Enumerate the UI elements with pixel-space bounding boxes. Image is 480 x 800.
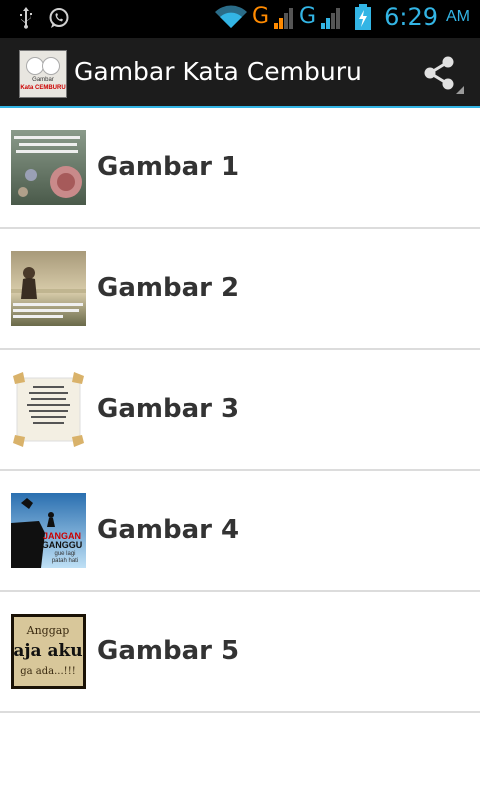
thumbnail-image <box>11 130 86 205</box>
list-item[interactable]: JANGAN GANGGU gue lagi patah hati Gambar… <box>0 471 480 592</box>
network-type-1: G <box>251 4 270 29</box>
svg-text:GANGGU: GANGGU <box>42 540 83 550</box>
action-bar: Gambar Kata CEMBURU Gambar Kata Cemburu <box>0 38 480 108</box>
list-item[interactable]: Anggap aja aku ga ada...!!! Gambar 5 <box>0 592 480 713</box>
system-icons: G G 6:29 AM <box>214 3 470 31</box>
signal-bars-icon <box>274 8 294 29</box>
share-icon <box>424 56 464 94</box>
svg-text:aja aku: aja aku <box>13 641 82 661</box>
list-item[interactable]: Gambar 3 <box>0 350 480 471</box>
notification-icons <box>18 7 70 29</box>
list-item-label: Gambar 4 <box>97 515 240 545</box>
battery-charging-icon <box>355 4 372 30</box>
app-icon[interactable]: Gambar Kata CEMBURU <box>19 50 67 98</box>
network-type-2: G <box>299 4 317 29</box>
usb-icon <box>20 7 32 29</box>
puppy-graphic <box>42 57 60 75</box>
wifi-icon <box>214 5 247 28</box>
app-icon-caption: Gambar <box>32 77 54 83</box>
clock-ampm: AM <box>446 8 470 25</box>
clock: 6:29 <box>384 3 438 31</box>
svg-text:patah hati: patah hati <box>52 558 78 564</box>
whatsapp-icon <box>49 8 69 28</box>
status-bar: G G 6:29 AM <box>0 0 480 38</box>
svg-text:gue lagi: gue lagi <box>54 551 75 557</box>
signal-bars-icon-2 <box>321 8 341 29</box>
app-icon-caption-sub: Kata CEMBURU <box>20 85 66 91</box>
thumbnail-image <box>11 372 86 447</box>
app-title: Gambar Kata Cemburu <box>74 57 362 86</box>
thumbnail-image: JANGAN GANGGU gue lagi patah hati <box>11 493 86 568</box>
list-item-label: Gambar 5 <box>97 636 240 666</box>
svg-text:Anggap: Anggap <box>26 624 70 637</box>
list-item-label: Gambar 1 <box>97 152 240 182</box>
svg-text:ga ada...!!!: ga ada...!!! <box>20 666 75 677</box>
image-list: Gambar 1 Gambar 2 Gambar 3 JANGAN GANGGU… <box>0 108 480 713</box>
list-item[interactable]: Gambar 1 <box>0 108 480 229</box>
thumbnail-image <box>11 251 86 326</box>
thumbnail-image: Anggap aja aku ga ada...!!! <box>11 614 86 689</box>
list-item[interactable]: Gambar 2 <box>0 229 480 350</box>
list-item-label: Gambar 3 <box>97 394 240 424</box>
list-item-label: Gambar 2 <box>97 273 240 303</box>
share-button[interactable] <box>420 50 466 96</box>
